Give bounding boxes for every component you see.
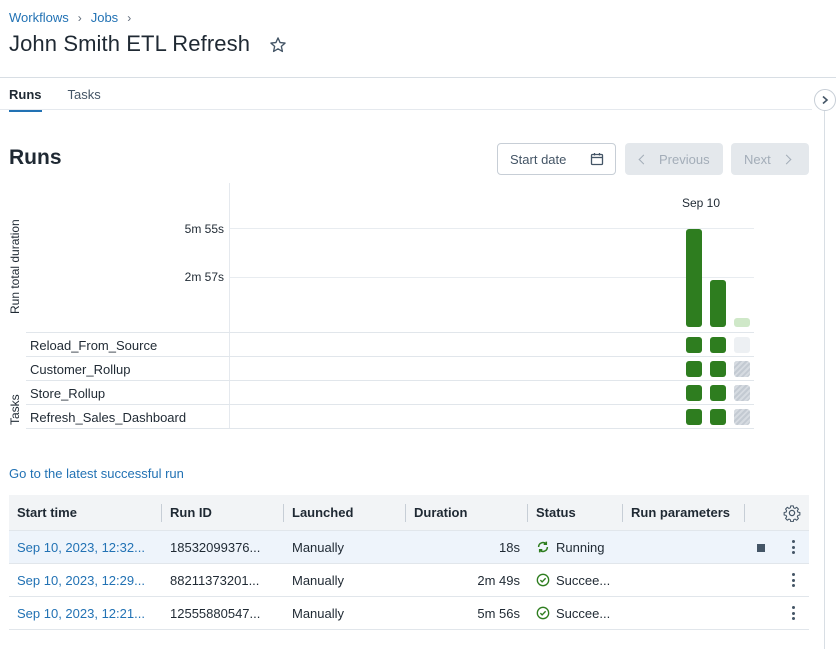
- start-date-picker[interactable]: Start date: [497, 143, 616, 175]
- y-axis-label: Run total duration: [8, 219, 22, 314]
- task-row-divider: [26, 332, 754, 333]
- task-status-cell[interactable]: [686, 361, 702, 377]
- tabs-divider: [0, 109, 812, 110]
- previous-button[interactable]: Previous: [625, 143, 723, 175]
- task-status-cell[interactable]: [710, 385, 726, 401]
- task-status-cell[interactable]: [686, 409, 702, 425]
- breadcrumb-workflows[interactable]: Workflows: [9, 10, 69, 25]
- task-label: Customer_Rollup: [30, 362, 131, 377]
- breadcrumb: Workflows › Jobs ›: [9, 10, 140, 25]
- run-launched: Manually: [292, 539, 345, 555]
- row-menu-icon[interactable]: [791, 606, 795, 620]
- row-menu-icon[interactable]: [791, 573, 795, 587]
- run-duration: 2m 49s: [477, 572, 520, 588]
- run-id: 18532099376...: [170, 539, 261, 555]
- duration-bar[interactable]: [686, 229, 702, 327]
- task-label: Refresh_Sales_Dashboard: [30, 410, 187, 425]
- task-status-cell[interactable]: [710, 337, 726, 353]
- runs-table: Start time Run ID Launched Duration Stat…: [9, 495, 809, 630]
- task-row-divider: [26, 356, 754, 357]
- row-menu-icon[interactable]: [791, 540, 795, 554]
- run-status: Running: [528, 540, 623, 555]
- start-date-placeholder: Start date: [510, 151, 567, 167]
- running-icon: [537, 541, 549, 553]
- success-check-icon: [536, 606, 550, 620]
- run-id: 12555880547...: [170, 605, 261, 621]
- run-duration: 5m 56s: [477, 605, 520, 621]
- column-header-run-parameters[interactable]: Run parameters: [623, 495, 745, 531]
- run-launched: Manually: [292, 605, 345, 621]
- column-header-run-id[interactable]: Run ID: [162, 495, 284, 531]
- grid-line: [230, 277, 754, 278]
- run-status-label: Succee...: [556, 572, 611, 588]
- task-label: Reload_From_Source: [30, 338, 158, 353]
- chevron-right-icon: ›: [77, 10, 82, 25]
- column-header-start-time[interactable]: Start time: [9, 495, 162, 531]
- table-row[interactable]: Sep 10, 2023, 12:32... 18532099376... Ma…: [9, 531, 809, 564]
- stop-run-icon[interactable]: [757, 544, 765, 552]
- previous-label: Previous: [659, 151, 710, 167]
- calendar-icon: [590, 153, 604, 166]
- run-status-label: Running: [556, 539, 605, 555]
- success-check-icon: [536, 573, 550, 587]
- task-row-divider: [26, 380, 754, 381]
- run-status: Succee...: [528, 573, 623, 588]
- chevron-right-icon: [781, 154, 792, 164]
- next-label: Next: [744, 151, 771, 167]
- run-start-time-link[interactable]: Sep 10, 2023, 12:29...: [9, 573, 162, 588]
- column-header-status[interactable]: Status: [528, 495, 623, 531]
- y-tick-label: 2m 57s: [184, 270, 224, 284]
- y-tick-label: 5m 55s: [184, 222, 224, 236]
- x-group-label: Sep 10: [682, 196, 721, 210]
- run-duration: 18s: [499, 539, 520, 555]
- task-status-cell[interactable]: [686, 337, 702, 353]
- duration-bar[interactable]: [734, 318, 750, 327]
- run-status-label: Succee...: [556, 605, 611, 621]
- column-header-launched[interactable]: Launched: [284, 495, 406, 531]
- table-row[interactable]: Sep 10, 2023, 12:29... 88211373201... Ma…: [9, 564, 809, 597]
- column-header-duration[interactable]: Duration: [406, 495, 528, 531]
- task-status-cell[interactable]: [734, 361, 750, 377]
- runs-heading: Runs: [9, 146, 62, 169]
- tasks-axis-label: Tasks: [8, 394, 22, 425]
- task-status-cell[interactable]: [734, 385, 750, 401]
- duration-bar[interactable]: [710, 280, 726, 327]
- next-button[interactable]: Next: [731, 143, 809, 175]
- header-divider: [0, 77, 836, 78]
- latest-successful-run-link[interactable]: Go to the latest successful run: [9, 466, 184, 481]
- run-start-time-link[interactable]: Sep 10, 2023, 12:21...: [9, 606, 162, 621]
- task-status-cell[interactable]: [710, 361, 726, 377]
- chevron-right-icon: ›: [127, 10, 132, 25]
- table-header: Start time Run ID Launched Duration Stat…: [9, 495, 809, 531]
- task-status-cell[interactable]: [734, 337, 750, 353]
- expand-panel-button[interactable]: [814, 89, 836, 111]
- star-icon[interactable]: [268, 35, 288, 55]
- grid-line: [230, 228, 754, 229]
- task-status-cell[interactable]: [734, 409, 750, 425]
- chart-axis-line: [229, 183, 230, 428]
- chevron-right-icon: [822, 95, 829, 105]
- run-id: 88211373201...: [170, 572, 260, 588]
- task-row-divider: [26, 428, 754, 429]
- task-status-cell[interactable]: [710, 409, 726, 425]
- breadcrumb-jobs[interactable]: Jobs: [91, 10, 118, 25]
- side-panel-border: [824, 110, 825, 649]
- run-start-time-link[interactable]: Sep 10, 2023, 12:32...: [9, 540, 162, 555]
- table-row[interactable]: Sep 10, 2023, 12:21... 12555880547... Ma…: [9, 597, 809, 630]
- task-status-cell[interactable]: [686, 385, 702, 401]
- chevron-left-icon: [638, 154, 649, 164]
- gear-icon[interactable]: [783, 504, 801, 522]
- task-label: Store_Rollup: [30, 386, 106, 401]
- run-status: Succee...: [528, 606, 623, 621]
- page-title: John Smith ETL Refresh: [9, 31, 251, 56]
- run-launched: Manually: [292, 572, 345, 588]
- task-row-divider: [26, 404, 754, 405]
